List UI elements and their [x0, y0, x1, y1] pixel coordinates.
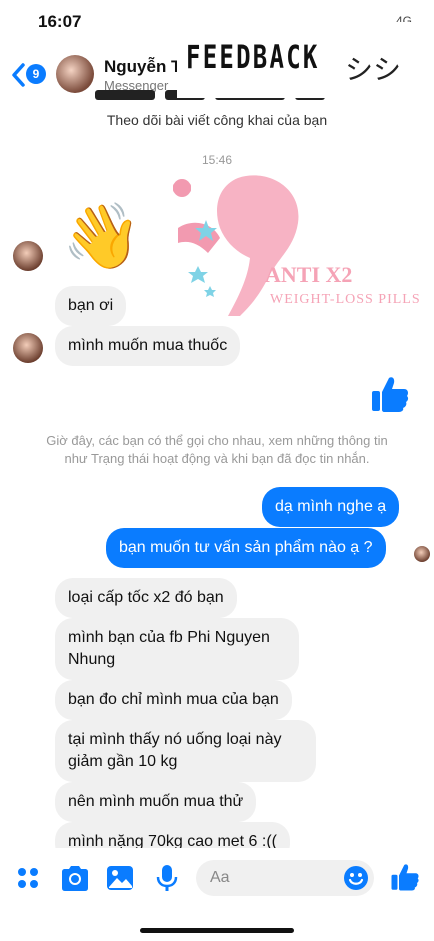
sender-avatar	[13, 241, 43, 271]
outgoing-message: bạn muốn tư vấn sản phẩm nào ạ ?	[106, 528, 386, 568]
voice-button[interactable]	[156, 864, 178, 892]
thumbs-up-icon	[370, 374, 410, 414]
incoming-message: mình muốn mua thuốc	[55, 326, 241, 366]
like-button[interactable]	[390, 862, 420, 892]
incoming-message: bạn đo chỉ mình mua của bạn	[55, 680, 292, 720]
outgoing-message: dạ mình nghe ạ	[262, 487, 400, 527]
camera-button[interactable]	[60, 864, 90, 892]
message-input-placeholder: Aa	[210, 869, 230, 886]
emoji-button[interactable]	[343, 865, 369, 891]
gallery-button[interactable]	[106, 865, 134, 891]
incoming-message: mình bạn của fb Phi Nguyen Nhung	[55, 618, 299, 680]
time-separator: 15:46	[201, 153, 233, 167]
messenger-notice: Giờ đây, các bạn có thể gọi cho nhau, xe…	[46, 433, 388, 466]
microphone-icon	[156, 865, 178, 891]
feedback-title: FEEDBACK	[186, 38, 320, 76]
sender-avatar	[13, 333, 43, 363]
chevron-left-icon	[12, 63, 25, 87]
thumbs-up-icon	[391, 864, 419, 891]
read-receipt-avatar	[414, 546, 430, 562]
profile-info-line: Theo dõi bài viết công khai của bạn	[106, 112, 328, 128]
status-time: 16:07	[38, 12, 82, 31]
incoming-message: tại mình thấy nó uống loại này giảm gần …	[55, 720, 316, 782]
menu-dots-button[interactable]	[16, 866, 40, 890]
image-icon	[107, 866, 133, 890]
smiley-icon	[344, 866, 368, 890]
incoming-message: nên mình muốn mua thử	[55, 782, 257, 822]
wave-emoji: 👋	[62, 200, 142, 272]
watermark-tagline: WEIGHT-LOSS PILLS	[270, 292, 421, 307]
watermark-brand: ANTI X2	[265, 262, 353, 287]
contact-avatar[interactable]	[56, 55, 94, 93]
contact-name[interactable]: Nguyễn T	[104, 57, 181, 77]
unread-badge: 9	[26, 64, 46, 84]
camera-icon	[62, 866, 88, 891]
feedback-suffix: シシ	[345, 54, 402, 85]
home-indicator[interactable]	[140, 928, 294, 933]
four-dots-icon	[18, 868, 38, 888]
incoming-message: bạn ơi	[55, 286, 127, 326]
incoming-message: loại cấp tốc x2 đó bạn	[55, 578, 237, 618]
